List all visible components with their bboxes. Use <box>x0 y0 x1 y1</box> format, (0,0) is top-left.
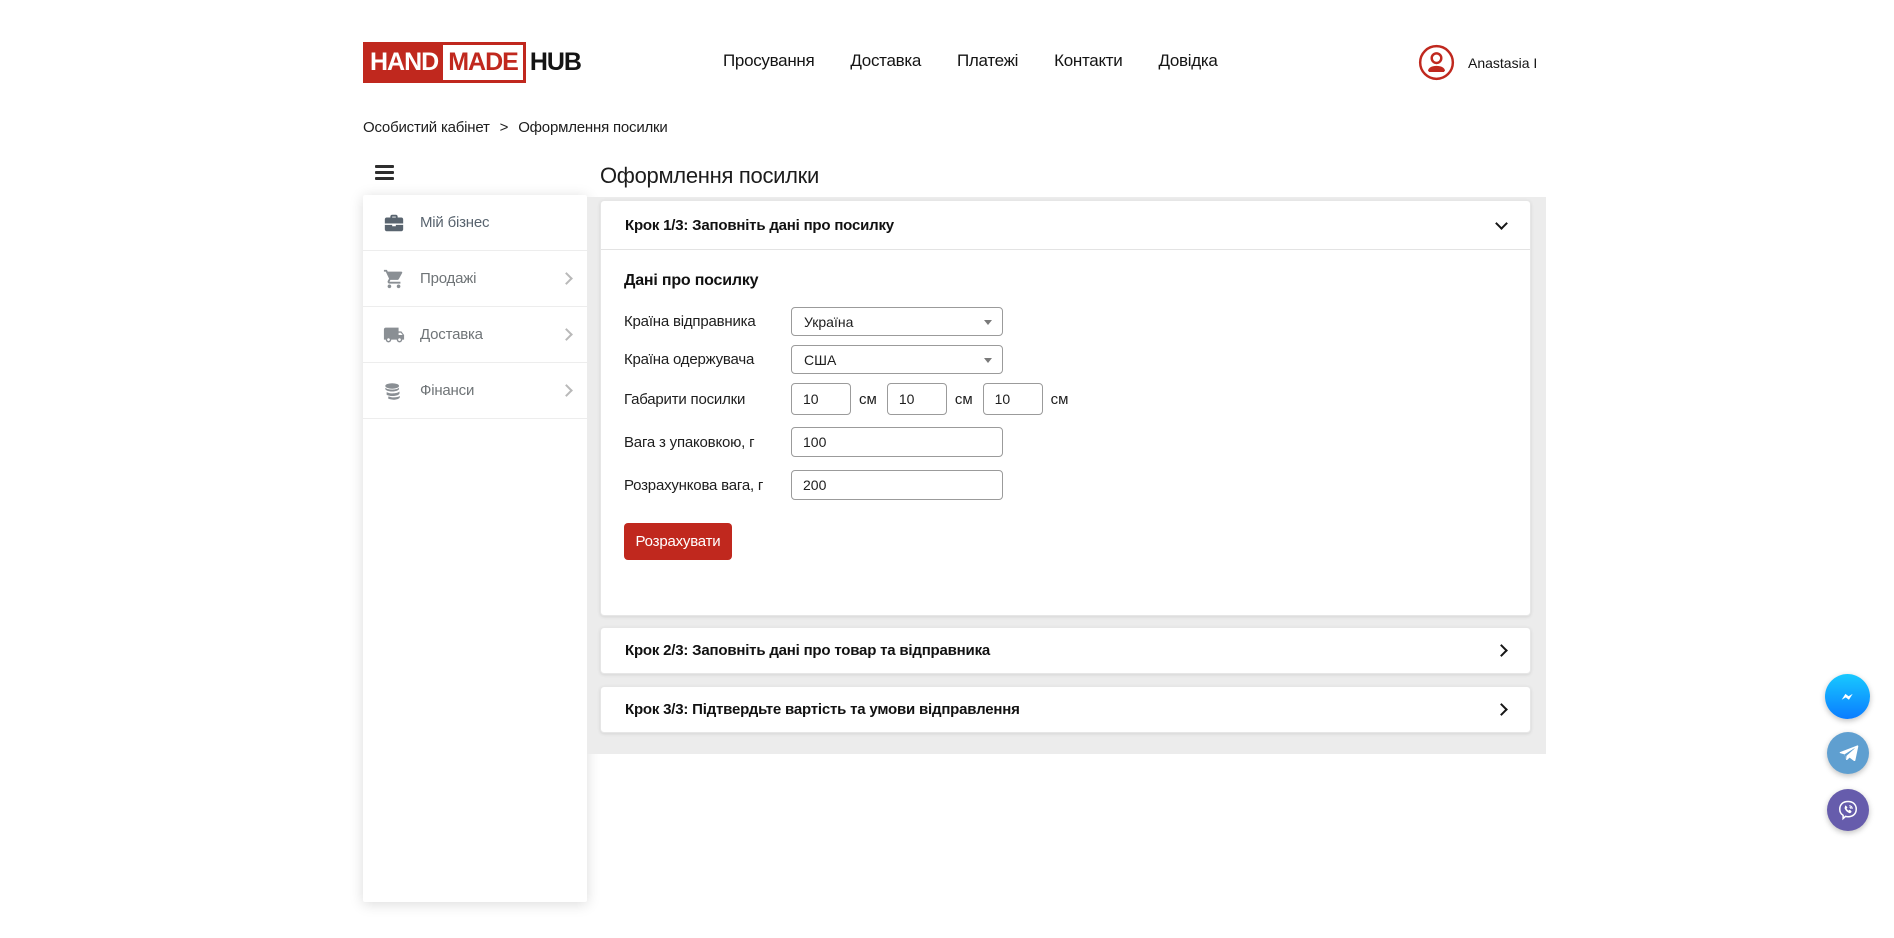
calc-weight-row: Розрахункова вага, г <box>624 470 1507 500</box>
recipient-country-select[interactable]: США <box>791 345 1003 374</box>
weight-input[interactable] <box>791 427 1003 457</box>
dimension-length-input[interactable] <box>791 383 851 415</box>
step1-title: Крок 1/3: Заповніть дані про посилку <box>625 217 1497 234</box>
recipient-country-row: Країна одержувача США <box>624 345 1507 374</box>
nav-item-promotion[interactable]: Просування <box>723 51 814 71</box>
step3-accordion-header[interactable]: Крок 3/3: Підтвердьте вартість та умови … <box>601 687 1530 732</box>
nav-item-help[interactable]: Довідка <box>1158 51 1217 71</box>
page-title: Оформлення посилки <box>600 163 819 189</box>
dropdown-arrow-icon <box>984 320 992 325</box>
sender-country-select[interactable]: Україна <box>791 307 1003 336</box>
chevron-right-icon <box>560 384 573 397</box>
step1-accordion-header[interactable]: Крок 1/3: Заповніть дані про посилку <box>601 201 1530 250</box>
dimension-height-input[interactable] <box>983 383 1043 415</box>
chevron-right-icon <box>560 272 573 285</box>
briefcase-icon <box>383 212 405 234</box>
step1-body: Дані про посилку Країна відправника Укра… <box>601 250 1530 560</box>
weight-row: Вага з упаковкою, г <box>624 427 1507 457</box>
user-name: Anastasia I <box>1468 55 1537 71</box>
calculate-button[interactable]: Розрахувати <box>624 523 732 560</box>
chevron-right-icon <box>1495 703 1508 716</box>
chevron-down-icon <box>1495 217 1508 230</box>
user-account[interactable]: Anastasia I <box>1418 44 1537 81</box>
logo-made-text: MADE <box>443 45 523 80</box>
chevron-right-icon <box>1495 644 1508 657</box>
sender-country-label: Країна відправника <box>624 313 791 330</box>
breadcrumb-current-page: Оформлення посилки <box>518 119 667 136</box>
sidebar-item-sales[interactable]: Продажі <box>363 251 587 307</box>
step2-card: Крок 2/3: Заповніть дані про товар та ві… <box>600 627 1531 674</box>
sidebar-item-label: Фінанси <box>420 382 562 399</box>
dimensions-label: Габарити посилки <box>624 391 791 408</box>
recipient-country-value: США <box>804 352 836 368</box>
coins-icon <box>383 380 405 402</box>
parcel-data-section-title: Дані про посилку <box>624 272 1507 290</box>
hamburger-icon[interactable] <box>375 165 394 180</box>
logo-red-block: HAND MADE <box>363 42 526 83</box>
sidebar-item-label: Продажі <box>420 270 562 287</box>
step3-title: Крок 3/3: Підтвердьте вартість та умови … <box>625 701 1497 718</box>
unit-cm: см <box>955 391 973 408</box>
unit-cm: см <box>1051 391 1069 408</box>
sidebar-item-delivery[interactable]: Доставка <box>363 307 587 363</box>
nav-item-contacts[interactable]: Контакти <box>1054 51 1122 71</box>
person-circle-icon <box>1418 44 1455 81</box>
sidebar-item-finance[interactable]: Фінанси <box>363 363 587 419</box>
breadcrumb-separator: > <box>500 119 509 136</box>
calc-weight-label: Розрахункова вага, г <box>624 477 791 494</box>
sender-country-row: Країна відправника Україна <box>624 307 1507 336</box>
dimensions-row: Габарити посилки см см см <box>624 383 1507 415</box>
recipient-country-label: Країна одержувача <box>624 351 791 368</box>
logo-hand-text: HAND <box>366 45 443 80</box>
step2-title: Крок 2/3: Заповніть дані про товар та ві… <box>625 642 1497 659</box>
chevron-right-icon <box>560 328 573 341</box>
step2-accordion-header[interactable]: Крок 2/3: Заповніть дані про товар та ві… <box>601 628 1530 673</box>
breadcrumb: Особистий кабінет > Оформлення посилки <box>363 119 668 136</box>
sender-country-value: Україна <box>804 314 853 330</box>
step3-card: Крок 3/3: Підтвердьте вартість та умови … <box>600 686 1531 733</box>
dimension-width-input[interactable] <box>887 383 947 415</box>
sidebar-item-label: Доставка <box>420 326 562 343</box>
weight-label: Вага з упаковкою, г <box>624 434 791 451</box>
nav-item-payments[interactable]: Платежі <box>957 51 1018 71</box>
sidebar-item-my-business[interactable]: Мій бізнес <box>363 195 587 251</box>
unit-cm: см <box>859 391 877 408</box>
truck-icon <box>383 324 405 346</box>
nav-item-delivery[interactable]: Доставка <box>850 51 921 71</box>
parcel-wizard-panel: Крок 1/3: Заповніть дані про посилку Дан… <box>587 197 1546 754</box>
breadcrumb-personal-cabinet[interactable]: Особистий кабінет <box>363 119 490 136</box>
viber-icon[interactable] <box>1827 789 1869 831</box>
logo-hub-text: HUB <box>526 45 581 80</box>
page: HAND MADE HUB Просування Доставка Платеж… <box>0 0 1894 938</box>
dropdown-arrow-icon <box>984 358 992 363</box>
step1-card: Крок 1/3: Заповніть дані про посилку Дан… <box>600 200 1531 616</box>
handmade-hub-logo[interactable]: HAND MADE HUB <box>363 42 581 83</box>
sidebar-item-label: Мій бізнес <box>420 214 571 231</box>
social-float-bar <box>1825 674 1870 831</box>
sidebar: Мій бізнес Продажі Доставка <box>363 195 587 902</box>
telegram-icon[interactable] <box>1827 732 1869 774</box>
cart-icon <box>383 268 405 290</box>
messenger-icon[interactable] <box>1825 674 1870 719</box>
top-nav: Просування Доставка Платежі Контакти Дов… <box>723 51 1218 71</box>
calc-weight-input[interactable] <box>791 470 1003 500</box>
